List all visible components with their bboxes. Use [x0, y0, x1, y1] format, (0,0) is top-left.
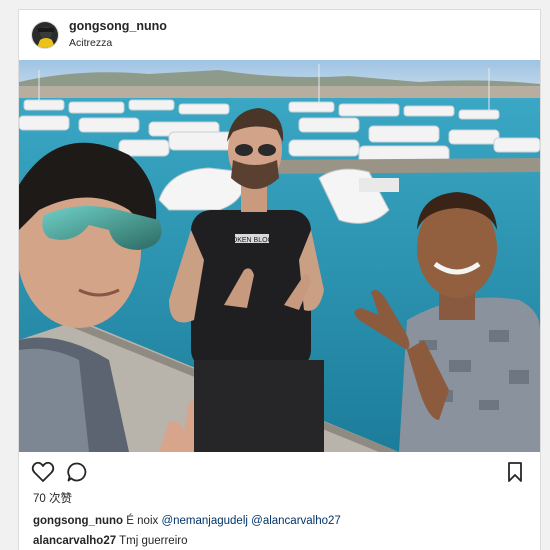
post-header: gongsong_nuno Acitrezza	[19, 10, 540, 60]
post-username[interactable]: gongsong_nuno	[69, 19, 167, 33]
heart-icon[interactable]	[31, 461, 55, 483]
avatar[interactable]	[31, 21, 59, 49]
comment-item: alancarvalho27 Tmj guerreiro	[33, 535, 188, 547]
mention-link[interactable]: @nemanjagudelj	[161, 515, 247, 527]
comment-text: Tmj guerreiro	[119, 535, 188, 547]
post-photo[interactable]: BROKEN BLOCKS	[19, 60, 540, 452]
mention-link[interactable]: @alancarvalho27	[251, 515, 341, 527]
post-location[interactable]: Acitrezza	[69, 37, 112, 49]
post-actions	[19, 458, 540, 488]
post-caption: gongsong_nuno É noix @nemanjagudelj @ala…	[33, 515, 341, 527]
caption-text: É noix	[126, 515, 159, 527]
likes-count[interactable]: 70 次赞	[33, 490, 72, 506]
post-card: gongsong_nuno Acitrezza BROKEN BLOCKS 70…	[18, 9, 541, 550]
bookmark-icon[interactable]	[506, 461, 524, 483]
comment-username[interactable]: alancarvalho27	[33, 535, 116, 547]
caption-username[interactable]: gongsong_nuno	[33, 515, 123, 527]
shirt-text: BROKEN BLOCKS	[222, 237, 282, 244]
speech-bubble-icon[interactable]	[66, 461, 88, 483]
